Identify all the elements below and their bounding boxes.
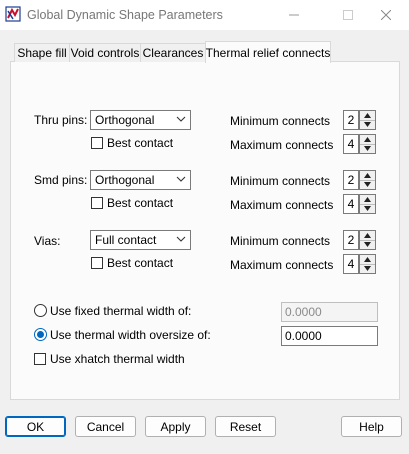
ok-button[interactable]: OK	[5, 416, 66, 437]
spinner-value[interactable]: 2	[343, 170, 359, 190]
tab-label: Shape fill	[17, 46, 67, 60]
smd-pins-label: Smd pins:	[34, 173, 88, 187]
arrow-up-icon	[364, 257, 371, 262]
spinner-buttons	[359, 110, 376, 130]
spin-down-button[interactable]	[360, 204, 375, 213]
xhatch-thermal-width-checkbox[interactable]	[34, 353, 46, 365]
spinner-buttons	[359, 194, 376, 214]
vias-min-connects-label: Minimum connects	[230, 234, 331, 248]
spinner-buttons	[359, 170, 376, 190]
tab-shape-fill[interactable]: Shape fill	[14, 43, 70, 62]
vias-label: Vias:	[34, 234, 61, 248]
arrow-up-icon	[364, 137, 371, 142]
smd-pins-connect-value: Orthogonal	[95, 173, 155, 187]
tab-label: Thermal relief connects	[205, 45, 331, 60]
spin-down-button[interactable]	[360, 240, 375, 249]
tab-label: Void controls	[70, 46, 140, 60]
arrow-up-icon	[364, 173, 371, 178]
thru-pins-connect-value: Orthogonal	[95, 113, 155, 127]
smd-pins-max-connects-spinner[interactable]: 4	[343, 194, 376, 214]
arrow-down-icon	[364, 266, 371, 271]
help-button[interactable]: Help	[341, 416, 402, 437]
thru-pins-best-contact-checkbox[interactable]	[91, 137, 103, 149]
app-icon	[5, 6, 21, 22]
arrow-down-icon	[364, 122, 371, 127]
thru-pins-best-contact-label: Best contact	[107, 136, 174, 150]
chevron-down-icon	[176, 116, 186, 122]
maximize-icon	[343, 10, 353, 20]
arrow-down-icon	[364, 206, 371, 211]
vias-connect-value: Full contact	[95, 233, 157, 247]
smd-pins-min-connects-spinner[interactable]: 2	[343, 170, 376, 190]
cancel-button[interactable]: Cancel	[75, 416, 136, 437]
arrow-up-icon	[364, 233, 371, 238]
close-button[interactable]	[363, 0, 409, 30]
tab-void-controls[interactable]: Void controls	[69, 43, 141, 62]
vias-best-contact-checkbox[interactable]	[91, 257, 103, 269]
xhatch-thermal-width-label: Use xhatch thermal width	[50, 352, 185, 366]
thru-pins-min-connects-spinner[interactable]: 2	[343, 110, 376, 130]
smd-pins-max-connects-label: Maximum connects	[230, 198, 334, 212]
smd-pins-connect-select[interactable]: Orthogonal	[90, 170, 191, 190]
spinner-buttons	[359, 254, 376, 274]
thermal-width-oversize-radio[interactable]	[34, 328, 47, 341]
arrow-down-icon	[364, 242, 371, 247]
vias-max-connects-spinner[interactable]: 4	[343, 254, 376, 274]
fixed-thermal-width-radio[interactable]	[34, 304, 47, 317]
tab-clearances[interactable]: Clearances	[140, 43, 206, 62]
spinner-value[interactable]: 2	[343, 230, 359, 250]
thru-pins-max-connects-label: Maximum connects	[230, 138, 334, 152]
thru-pins-min-connects-label: Minimum connects	[230, 114, 331, 128]
fixed-thermal-width-label: Use fixed thermal width of:	[50, 304, 192, 318]
smd-pins-min-connects-label: Minimum connects	[230, 174, 331, 188]
tab-thermal-relief-connects[interactable]: Thermal relief connects	[205, 41, 331, 63]
smd-pins-best-contact-checkbox[interactable]	[91, 197, 103, 209]
smd-pins-best-contact-label: Best contact	[107, 196, 174, 210]
vias-best-contact-label: Best contact	[107, 256, 174, 270]
vias-connect-select[interactable]: Full contact	[90, 230, 191, 250]
chevron-down-icon	[176, 236, 186, 242]
thermal-width-oversize-label: Use thermal width oversize of:	[50, 328, 211, 342]
spin-down-button[interactable]	[360, 180, 375, 189]
arrow-up-icon	[364, 197, 371, 202]
vias-min-connects-spinner[interactable]: 2	[343, 230, 376, 250]
spinner-value[interactable]: 4	[343, 254, 359, 274]
window-title: Global Dynamic Shape Parameters	[27, 8, 223, 22]
vias-max-connects-label: Maximum connects	[230, 258, 334, 272]
tab-label: Clearances	[142, 46, 204, 60]
apply-button[interactable]: Apply	[145, 416, 206, 437]
thru-pins-connect-select[interactable]: Orthogonal	[90, 110, 191, 130]
minimize-button[interactable]	[271, 0, 317, 30]
arrow-down-icon	[364, 146, 371, 151]
thru-pins-label: Thru pins:	[34, 113, 88, 127]
spin-down-button[interactable]	[360, 144, 375, 153]
spin-down-button[interactable]	[360, 264, 375, 273]
thru-pins-max-connects-spinner[interactable]: 4	[343, 134, 376, 154]
arrow-down-icon	[364, 182, 371, 187]
spinner-value[interactable]: 2	[343, 110, 359, 130]
spin-down-button[interactable]	[360, 120, 375, 129]
minimize-icon	[289, 14, 299, 16]
fixed-thermal-width-input[interactable]: 0.0000	[281, 302, 378, 322]
spinner-value[interactable]: 4	[343, 134, 359, 154]
close-icon	[381, 10, 391, 20]
spinner-buttons	[359, 230, 376, 250]
chevron-down-icon	[176, 176, 186, 182]
arrow-up-icon	[364, 113, 371, 118]
reset-button[interactable]: Reset	[215, 416, 276, 437]
spinner-buttons	[359, 134, 376, 154]
spinner-value[interactable]: 4	[343, 194, 359, 214]
thermal-width-oversize-input[interactable]: 0.0000	[281, 326, 378, 346]
